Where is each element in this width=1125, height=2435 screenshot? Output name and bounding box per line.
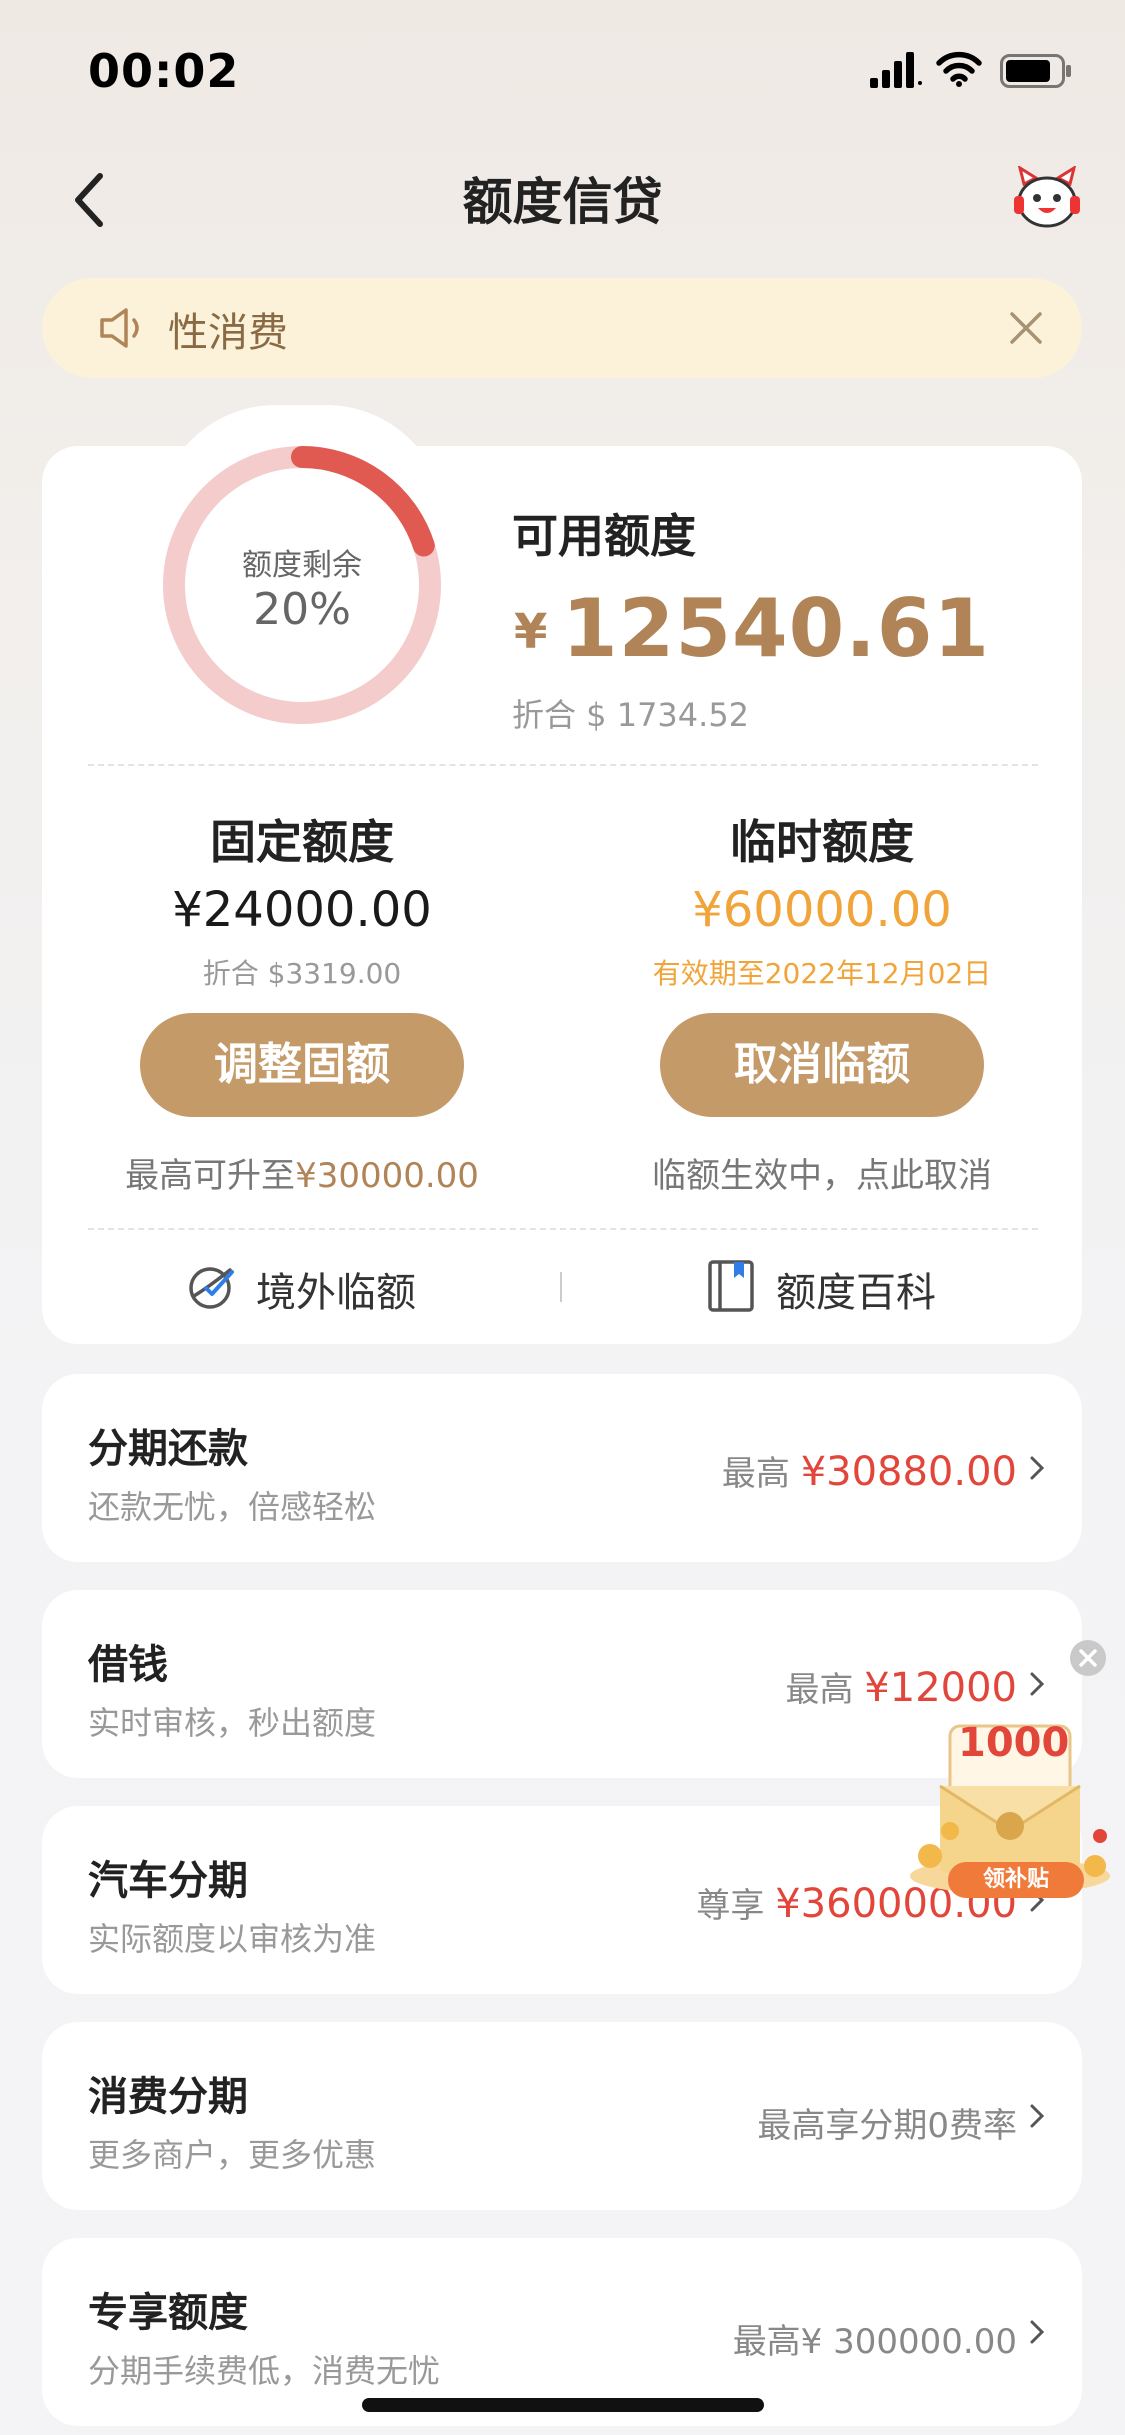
- adjust-fixed-credit-button[interactable]: 调整固额: [140, 1013, 464, 1117]
- wifi-icon: [936, 51, 982, 87]
- notice-text: 性消费: [168, 310, 288, 356]
- home-indicator: [362, 2398, 764, 2412]
- credit-encyclopedia-link[interactable]: 额度百科: [776, 1260, 936, 1318]
- available-credit-label: 可用额度: [512, 509, 696, 563]
- overseas-credit-icon[interactable]: [186, 1260, 238, 1312]
- list-item-prefix: 尊享: [696, 1886, 765, 1926]
- list-item-title: 消费分期: [88, 2074, 248, 2120]
- available-credit-amount: 12540.61: [562, 582, 991, 675]
- speaker-icon: [100, 308, 139, 348]
- chevron-right-icon: [1030, 2104, 1045, 2128]
- list-item-subtitle: 更多商户，更多优惠: [88, 2136, 377, 2174]
- list-item-subtitle: 实际额度以审核为准: [88, 1920, 377, 1958]
- list-item-value: 最高¥ 300000.00: [732, 2322, 1017, 2362]
- list-item-title: 分期还款: [88, 1426, 248, 1472]
- close-icon[interactable]: [1006, 308, 1046, 348]
- temp-credit-note[interactable]: 临额生效中，点此取消: [622, 1148, 1022, 1197]
- list-item-subtitle: 实时审核，秒出额度: [88, 1704, 377, 1742]
- available-currency: ¥: [514, 604, 548, 660]
- battery-icon: [1000, 54, 1071, 88]
- status-time: 00:02: [88, 44, 240, 98]
- cellular-signal-icon: [870, 52, 922, 88]
- temp-credit-validity: 有效期至2022年12月02日: [652, 957, 992, 990]
- divider: [88, 1228, 1038, 1230]
- list-item-value: 最高 ¥30880.00: [722, 1446, 1017, 1495]
- fixed-credit-amount: ¥24000.00: [172, 882, 432, 938]
- divider: [88, 764, 1038, 766]
- book-icon[interactable]: [706, 1258, 758, 1314]
- link-separator: [560, 1272, 562, 1302]
- cancel-temp-credit-button[interactable]: 取消临额: [660, 1013, 984, 1117]
- fixed-credit-title: 固定额度: [210, 815, 394, 869]
- claim-subsidy-button[interactable]: 领补贴: [948, 1862, 1084, 1898]
- page-title: 额度信贷: [462, 173, 663, 231]
- list-item-subtitle: 还款无忧，倍感轻松: [88, 1488, 377, 1526]
- widget-amount: 1000: [958, 1720, 1070, 1766]
- list-item-amount: ¥30880.00: [800, 1449, 1017, 1495]
- list-item-title: 专享额度: [88, 2290, 248, 2336]
- available-credit-usd: 折合 $ 1734.52: [512, 696, 750, 734]
- widget-close-icon[interactable]: [1068, 1638, 1108, 1678]
- fixed-credit-note[interactable]: 最高可升至¥30000.00: [102, 1148, 502, 1197]
- list-item-title: 汽车分期: [88, 1858, 248, 1904]
- list-item-prefix: 最高: [785, 1670, 854, 1710]
- chevron-right-icon: [1030, 1456, 1045, 1480]
- temp-credit-amount: ¥60000.00: [692, 882, 952, 938]
- list-item-value: 最高享分期0费率: [757, 2106, 1017, 2146]
- fixed-note-prefix: 最高可升至: [125, 1156, 296, 1196]
- ring-label: 额度剩余: [242, 548, 362, 583]
- customer-service-mascot-icon[interactable]: [1012, 166, 1082, 230]
- temp-credit-title: 临时额度: [730, 815, 914, 869]
- list-item-subtitle: 分期手续费低，消费无忧: [88, 2352, 441, 2390]
- list-item-amount: ¥12000: [864, 1665, 1017, 1711]
- fixed-note-amount: ¥30000.00: [295, 1156, 479, 1196]
- chevron-right-icon: [1030, 2320, 1045, 2344]
- overseas-credit-link[interactable]: 境外临额: [256, 1260, 416, 1318]
- chevron-right-icon: [1030, 1672, 1045, 1696]
- fixed-credit-usd: 折合 $3319.00: [202, 957, 402, 990]
- ring-percent: 20%: [253, 584, 351, 635]
- list-item-value: 最高 ¥12000: [785, 1662, 1017, 1711]
- list-item-prefix: 最高: [721, 1454, 790, 1494]
- list-item-title: 借钱: [88, 1642, 168, 1688]
